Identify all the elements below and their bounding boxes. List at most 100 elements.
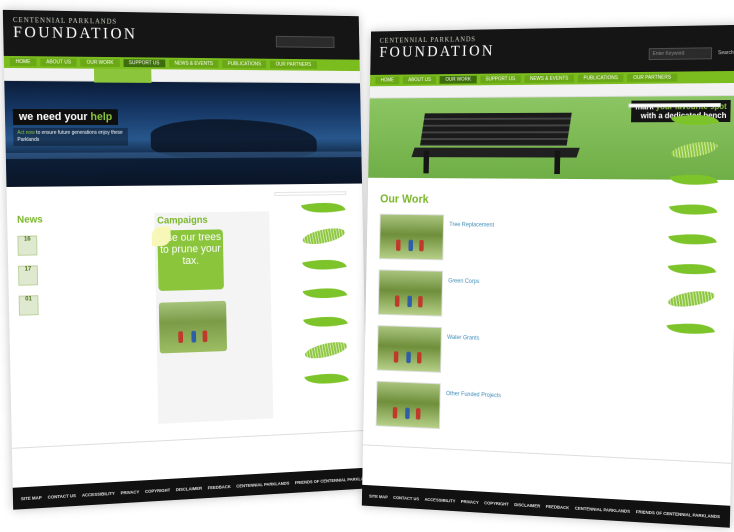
leaf-item[interactable] xyxy=(625,226,718,257)
date-day: 01 xyxy=(25,296,32,303)
search-button[interactable]: Search xyxy=(718,47,734,59)
nav-our-work[interactable]: OUR WORK xyxy=(439,75,477,84)
footer-link-contact[interactable]: CONTACT US xyxy=(48,493,77,500)
work-item[interactable]: Water Grants xyxy=(376,325,616,381)
leaf-item[interactable] xyxy=(276,252,348,282)
campaigns-title: Campaigns xyxy=(157,215,208,227)
leaf-item[interactable] xyxy=(627,167,720,197)
footer-link-disclaimer[interactable]: DISCLAIMER xyxy=(176,485,202,491)
person-figure xyxy=(178,331,184,344)
footer-link-copyright[interactable]: COPYRIGHT xyxy=(145,487,170,493)
leaf-item[interactable] xyxy=(277,309,349,340)
search-input[interactable]: Enter Keyword xyxy=(648,47,713,61)
hero-banner: we need your help Act now to ensure futu… xyxy=(4,80,362,187)
nav-our-partners[interactable]: OUR PARTNERS xyxy=(627,73,677,82)
leaf-icon xyxy=(302,282,348,305)
nav-about-us[interactable]: ABOUT US xyxy=(402,76,437,85)
footer-link-privacy[interactable]: PRIVACY xyxy=(461,499,479,505)
footer-link-copyright[interactable]: COPYRIGHT xyxy=(484,500,509,506)
search-input[interactable] xyxy=(275,35,335,49)
leaf-icon xyxy=(303,310,348,333)
nav-our-partners[interactable]: OUR PARTNERS xyxy=(270,60,317,69)
nav-news-events[interactable]: NEWS & EVENTS xyxy=(524,74,575,83)
news-item[interactable]: 01 xyxy=(18,292,145,316)
footer-link-friends[interactable]: FRIENDS OF CENTENNIAL PARKLANDS xyxy=(636,509,720,519)
campaign-banner[interactable]: Use our trees to prune your tax. xyxy=(151,226,224,291)
news-item[interactable]: 16 xyxy=(17,234,143,256)
work-item[interactable]: Tree Replacement xyxy=(378,213,619,266)
footer-link-contact[interactable]: CONTACT US xyxy=(393,495,419,501)
leaf-icon xyxy=(668,198,718,221)
leaf-item[interactable] xyxy=(624,284,717,316)
hero-title-white: we need your xyxy=(18,110,91,123)
fern-leaf-icon xyxy=(303,339,349,362)
footer-link-sitemap[interactable]: SITE MAP xyxy=(369,493,388,499)
nav-support-us[interactable]: SUPPORT US xyxy=(479,75,521,84)
work-item[interactable]: Green Corps xyxy=(377,269,618,323)
leaf-item[interactable] xyxy=(626,196,719,227)
nav-news-events[interactable]: NEWS & EVENTS xyxy=(168,59,219,68)
date-badge: 01 xyxy=(18,295,39,316)
footer-link-friends[interactable]: FRIENDS OF CENTENNIAL PARKLANDS xyxy=(295,475,368,484)
leaf-item[interactable] xyxy=(627,137,720,167)
work-title[interactable]: Green Corps xyxy=(448,279,479,285)
footer-link-privacy[interactable]: PRIVACY xyxy=(120,489,139,495)
leaf-icon xyxy=(666,318,715,340)
footer-link-sitemap[interactable]: SITE MAP xyxy=(21,495,42,501)
footer-link-feedback[interactable]: FEEDBACK xyxy=(208,484,231,490)
our-work-section: Our Work Tree Replacement Green Corps Wa… xyxy=(375,191,619,439)
work-text: Green Corps xyxy=(447,271,479,320)
news-column: News 16 17 01 xyxy=(17,213,145,316)
news-item[interactable]: 17 xyxy=(18,263,144,286)
nav-support-us[interactable]: SUPPORT US xyxy=(123,59,166,68)
nav-home[interactable]: HOME xyxy=(375,76,400,85)
family-walking-photo xyxy=(158,300,228,354)
leaf-item[interactable] xyxy=(628,107,721,137)
leaf-icon xyxy=(300,196,346,219)
nav-publications[interactable]: PUBLICATIONS xyxy=(577,74,624,83)
person-figure xyxy=(395,239,401,251)
footer-link-accessibility[interactable]: ACCESSIBILITY xyxy=(424,496,455,503)
project-photo xyxy=(378,213,445,261)
nav-publications[interactable]: PUBLICATIONS xyxy=(222,60,267,69)
leaf-item[interactable] xyxy=(275,223,347,253)
leaf-item[interactable] xyxy=(276,280,348,311)
gardens-sidebar xyxy=(624,103,721,346)
leaf-item[interactable] xyxy=(624,314,717,346)
work-title[interactable]: Water Grants xyxy=(447,335,479,342)
gardens-sidebar xyxy=(274,191,350,397)
brand-logo[interactable]: FOUNDATION xyxy=(379,43,495,62)
bench-leg xyxy=(554,150,561,175)
person-figure xyxy=(415,408,421,420)
leaf-item[interactable] xyxy=(278,365,350,397)
leaf-item[interactable] xyxy=(274,195,346,225)
nav-our-work[interactable]: OUR WORK xyxy=(80,58,120,67)
act-now-link[interactable]: Act now xyxy=(17,130,35,136)
fern-leaf-icon xyxy=(670,138,719,161)
leaf-item[interactable] xyxy=(625,255,718,287)
nav-about-us[interactable]: ABOUT US xyxy=(40,58,77,67)
work-text: Water Grants xyxy=(446,327,479,376)
project-photo xyxy=(376,325,442,373)
person-figure xyxy=(406,351,411,364)
dropdown-item[interactable] xyxy=(94,79,151,81)
news-title: News xyxy=(16,214,43,226)
nav-home[interactable]: HOME xyxy=(9,57,37,67)
leaf-icon xyxy=(668,228,717,250)
footer-link-centennial[interactable]: CENTENNIAL PARKLANDS xyxy=(575,505,630,513)
our-work-title: Our Work xyxy=(380,191,429,206)
support-dropdown-menu xyxy=(93,68,152,83)
our-work-page-mockup: CENTENNIAL PARKLANDS FOUNDATION Enter Ke… xyxy=(361,24,734,528)
work-item[interactable]: Other Funded Projects xyxy=(375,380,615,439)
footer-link-accessibility[interactable]: ACCESSIBILITY xyxy=(82,490,115,497)
date-badge: 16 xyxy=(17,235,38,256)
photo-caption xyxy=(160,353,269,357)
footer-link-feedback[interactable]: FEEDBACK xyxy=(546,504,570,510)
project-photo xyxy=(377,269,444,317)
work-title[interactable]: Other Funded Projects xyxy=(446,391,501,399)
brand-logo[interactable]: FOUNDATION xyxy=(13,24,138,44)
footer-link-centennial[interactable]: CENTENNIAL PARKLANDS xyxy=(236,480,289,488)
work-title[interactable]: Tree Replacement xyxy=(449,222,494,228)
leaf-item[interactable] xyxy=(277,337,349,368)
footer-link-disclaimer[interactable]: DISCLAIMER xyxy=(514,502,540,508)
